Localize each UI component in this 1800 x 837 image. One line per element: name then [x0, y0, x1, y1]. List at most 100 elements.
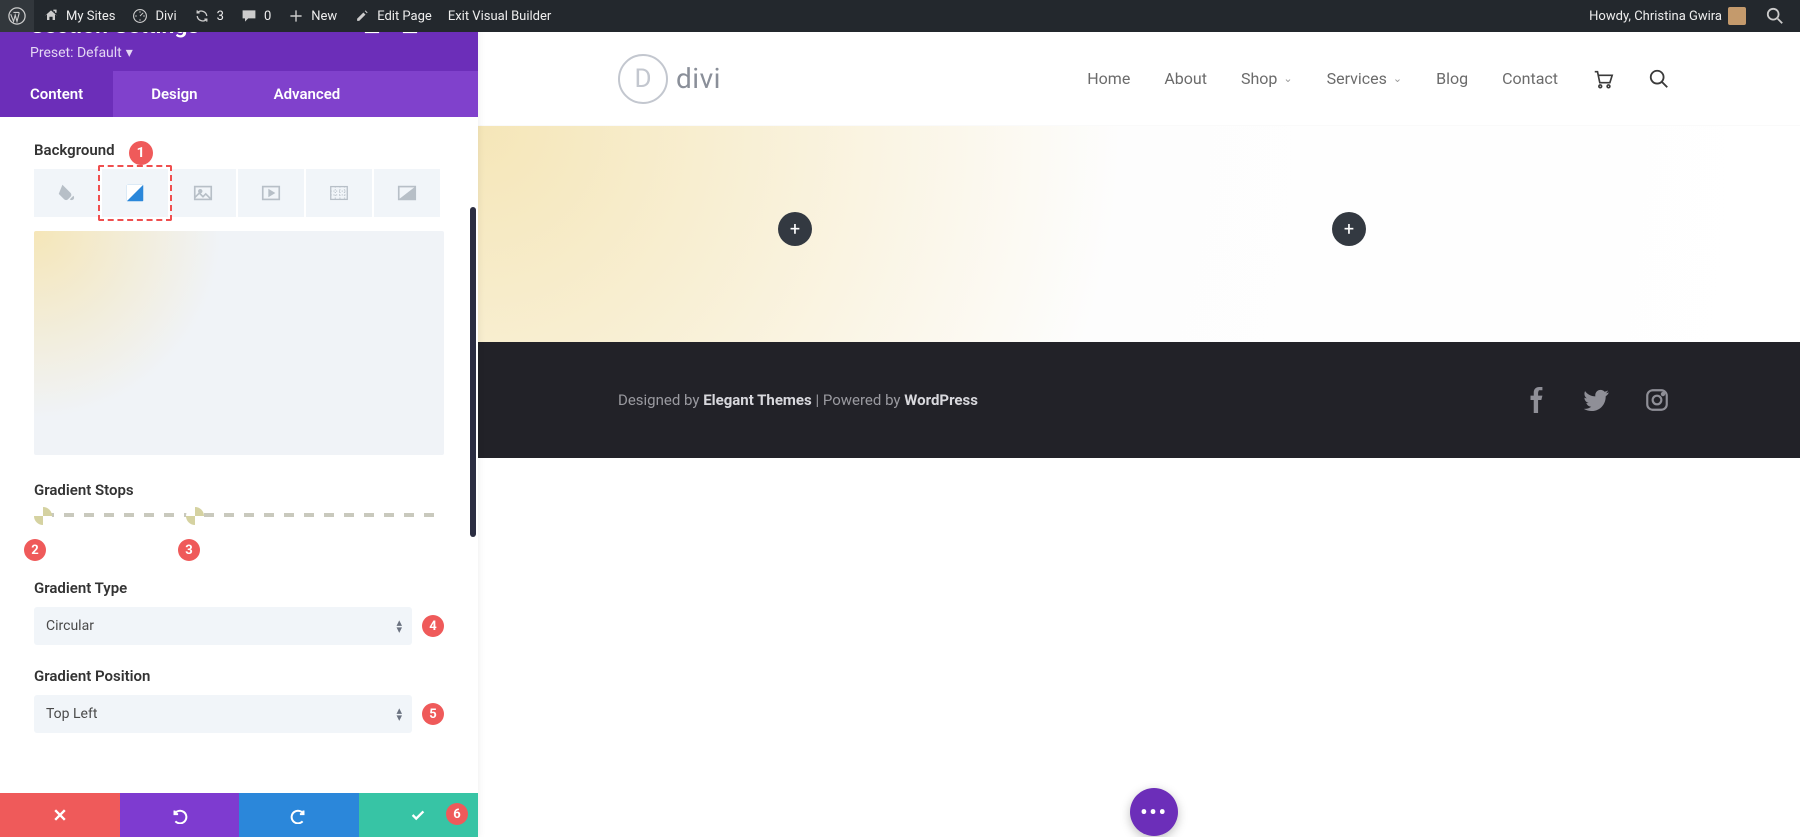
chevron-down-icon: ⌄ — [1283, 72, 1292, 85]
background-type-tabs — [34, 169, 444, 217]
panel-footer — [0, 793, 478, 837]
stops-track-line — [44, 513, 434, 517]
site-logo[interactable]: D divi — [618, 54, 721, 104]
gradient-preview — [34, 231, 444, 455]
site-footer: Designed by Elegant Themes | Powered by … — [478, 342, 1800, 458]
annotation-3: 3 — [178, 539, 200, 561]
admin-updates[interactable]: 3 — [185, 0, 232, 32]
main-nav: Home About Shop ⌄ Services ⌄ Blog Contac… — [1087, 68, 1670, 90]
admin-mysites[interactable]: My Sites — [34, 0, 123, 32]
annotation-2: 2 — [24, 539, 46, 561]
tab-advanced[interactable]: Advanced — [236, 71, 379, 117]
updates-icon — [193, 7, 211, 25]
facebook-icon[interactable] — [1524, 387, 1550, 413]
undo-button[interactable] — [120, 793, 240, 837]
admin-sitename-label: Divi — [155, 9, 176, 24]
footer-socials — [1524, 387, 1670, 413]
panel-body: Background 1 Gradient Stops — [0, 117, 478, 793]
footer-sep: | Powered by — [812, 391, 905, 409]
footer-brand[interactable]: Elegant Themes — [703, 391, 812, 409]
footer-credit: Designed by Elegant Themes | Powered by … — [618, 391, 978, 409]
admin-howdy[interactable]: Howdy, Christina Gwira — [1581, 0, 1750, 32]
logo-mark-icon: D — [618, 54, 668, 104]
gradient-position-value: Top Left — [46, 706, 97, 722]
avatar — [1728, 7, 1746, 25]
caret-down-icon: ▾ — [126, 45, 133, 61]
nav-contact[interactable]: Contact — [1502, 69, 1558, 88]
select-caret-icon: ▴▾ — [396, 707, 402, 721]
builder-fab[interactable]: ••• — [1130, 788, 1178, 836]
nav-home[interactable]: Home — [1087, 69, 1130, 88]
cancel-button[interactable] — [0, 793, 120, 837]
gradient-type-select[interactable]: Circular — [34, 607, 412, 645]
admin-howdy-label: Howdy, Christina Gwira — [1589, 9, 1722, 24]
logo-text: divi — [676, 62, 721, 95]
gradient-stop-1[interactable] — [34, 507, 52, 525]
nav-shop[interactable]: Shop ⌄ — [1241, 69, 1293, 88]
preset-label: Preset: Default — [30, 45, 122, 61]
admin-updates-count: 3 — [217, 9, 224, 24]
comment-icon — [240, 7, 258, 25]
footer-platform[interactable]: WordPress — [904, 391, 978, 409]
house-icon — [42, 7, 60, 25]
annotation-6: 6 — [446, 803, 468, 825]
tab-design[interactable]: Design — [113, 71, 235, 117]
gradient-stops-track[interactable] — [34, 509, 444, 521]
nav-services[interactable]: Services ⌄ — [1327, 69, 1403, 88]
admin-sitename[interactable]: Divi — [123, 0, 184, 32]
panel-tabs: Content Design Advanced — [0, 71, 478, 117]
instagram-icon[interactable] — [1644, 387, 1670, 413]
annotation-1: 1 — [129, 141, 153, 165]
admin-search[interactable] — [1758, 0, 1792, 32]
admin-editpage-label: Edit Page — [377, 9, 432, 24]
admin-mysites-label: My Sites — [66, 9, 115, 24]
add-module-left[interactable]: + — [778, 212, 812, 246]
plus-icon — [287, 7, 305, 25]
bg-tab-gradient[interactable] — [102, 169, 168, 217]
gradient-type-value: Circular — [46, 618, 94, 634]
bg-tab-pattern[interactable] — [306, 169, 372, 217]
admin-bar-left: My Sites Divi 3 0 New — [0, 0, 559, 32]
nav-shop-label: Shop — [1241, 69, 1277, 88]
background-label: Background — [34, 141, 115, 159]
admin-exitvb-label: Exit Visual Builder — [448, 9, 551, 24]
bg-tab-color[interactable] — [34, 169, 100, 217]
wp-logo-menu[interactable] — [0, 0, 34, 32]
section-settings-panel: Section Settings Preset: Default ▾ Conte… — [0, 0, 478, 837]
gradient-type-label: Gradient Type — [34, 579, 444, 597]
redo-button[interactable] — [239, 793, 359, 837]
site-preview: D divi Home About Shop ⌄ Services ⌄ Blog… — [478, 32, 1800, 837]
nav-services-label: Services — [1327, 69, 1387, 88]
gradient-position-select[interactable]: Top Left — [34, 695, 412, 733]
cart-icon[interactable] — [1592, 68, 1614, 90]
wp-admin-bar: My Sites Divi 3 0 New — [0, 0, 1800, 32]
twitter-icon[interactable] — [1584, 387, 1610, 413]
gradient-stop-2[interactable] — [186, 507, 204, 525]
select-caret-icon: ▴▾ — [396, 619, 402, 633]
dots-icon: ••• — [1140, 800, 1168, 824]
nav-blog[interactable]: Blog — [1436, 69, 1468, 88]
admin-bar-right: Howdy, Christina Gwira — [1581, 0, 1800, 32]
admin-new-label: New — [311, 9, 337, 24]
wordpress-icon — [8, 7, 26, 25]
bg-tab-mask[interactable] — [374, 169, 440, 217]
footer-designed-by: Designed by — [618, 391, 703, 409]
pencil-icon — [353, 7, 371, 25]
gradient-stops-label: Gradient Stops — [34, 481, 444, 499]
gradient-position-label: Gradient Position — [34, 667, 444, 685]
admin-editpage[interactable]: Edit Page — [345, 0, 440, 32]
dashboard-icon — [131, 7, 149, 25]
preset-selector[interactable]: Preset: Default ▾ — [30, 45, 458, 61]
admin-new[interactable]: New — [279, 0, 345, 32]
tab-content[interactable]: Content — [0, 71, 113, 117]
bg-tab-video[interactable] — [238, 169, 304, 217]
site-header: D divi Home About Shop ⌄ Services ⌄ Blog… — [478, 32, 1800, 126]
admin-comments-count: 0 — [264, 9, 271, 24]
add-module-right[interactable]: + — [1332, 212, 1366, 246]
annotation-4: 4 — [422, 615, 444, 637]
admin-exitvb[interactable]: Exit Visual Builder — [440, 0, 559, 32]
admin-comments[interactable]: 0 — [232, 0, 279, 32]
bg-tab-image[interactable] — [170, 169, 236, 217]
nav-about[interactable]: About — [1164, 69, 1207, 88]
header-search-icon[interactable] — [1648, 68, 1670, 90]
